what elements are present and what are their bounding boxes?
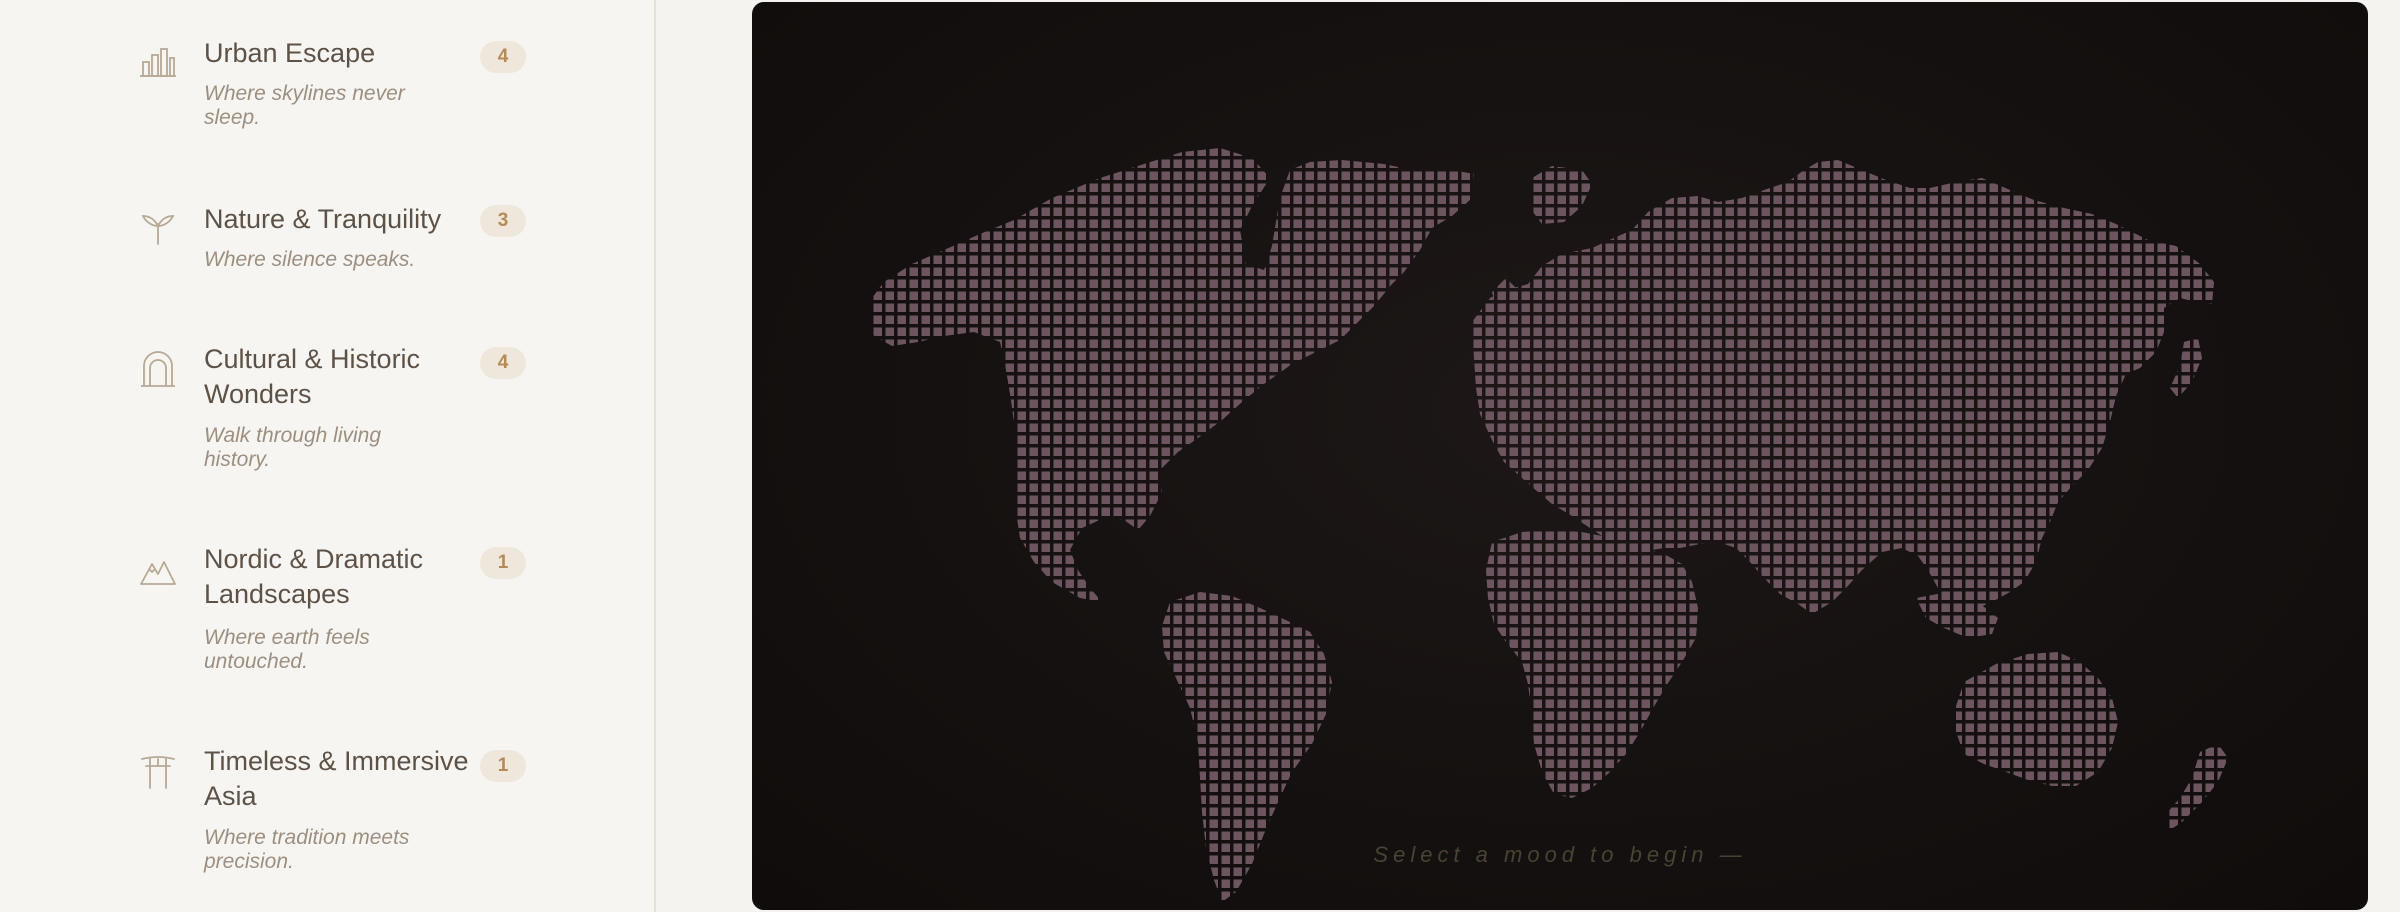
map-hint-text: Select a mood to begin — (1373, 842, 1747, 867)
mood-title: Urban Escape (204, 38, 376, 68)
app: Urban Escape Where skylines never sleep.… (0, 0, 2400, 912)
world-dot-map[interactable] (752, 2, 2368, 910)
africa (1486, 530, 1698, 798)
mountain-icon (138, 550, 178, 590)
australia (1956, 652, 2118, 786)
mood-item-cultural-historic[interactable]: Cultural & Historic Wonders Walk through… (0, 310, 652, 510)
mood-title: Cultural & Historic Wonders (204, 344, 421, 409)
sprout-icon (138, 208, 178, 248)
mood-sidebar: Urban Escape Where skylines never sleep.… (0, 0, 656, 912)
continents (870, 148, 2228, 902)
mood-count-badge: 1 (480, 750, 526, 782)
mood-count-badge: 1 (480, 547, 526, 579)
north-america (870, 148, 1474, 602)
mood-item-urban-escape[interactable]: Urban Escape Where skylines never sleep.… (0, 0, 652, 160)
mood-item-timeless-asia[interactable]: Timeless & Immersive Asia Where traditio… (0, 710, 652, 912)
mood-count-badge: 4 (480, 347, 526, 379)
greenland (1530, 166, 1592, 224)
world-map-panel[interactable]: Select a mood to begin — (752, 2, 2368, 910)
mood-title: Timeless & Immersive Asia (204, 746, 469, 811)
mood-title: Nature & Tranquility (204, 204, 442, 234)
japan (2170, 338, 2202, 398)
mood-count-badge: 4 (480, 41, 526, 73)
mood-subtitle: Where earth feels untouched. (204, 626, 370, 673)
mood-item-nordic-dramatic[interactable]: Nordic & Dramatic Landscapes Where earth… (0, 510, 652, 710)
city-skyline-icon (138, 42, 178, 82)
mood-title: Nordic & Dramatic Landscapes (204, 544, 424, 609)
new-zealand (2166, 744, 2228, 830)
mood-subtitle: Walk through living history. (204, 424, 382, 471)
arch-icon (138, 350, 178, 390)
mood-subtitle: Where silence speaks. (204, 248, 416, 271)
mood-count-badge: 3 (480, 205, 526, 237)
mood-subtitle: Where skylines never sleep. (204, 82, 405, 129)
torii-gate-icon (138, 752, 178, 792)
mood-subtitle: Where tradition meets precision. (204, 826, 410, 873)
mood-item-nature-tranquility[interactable]: Nature & Tranquility Where silence speak… (0, 160, 652, 310)
